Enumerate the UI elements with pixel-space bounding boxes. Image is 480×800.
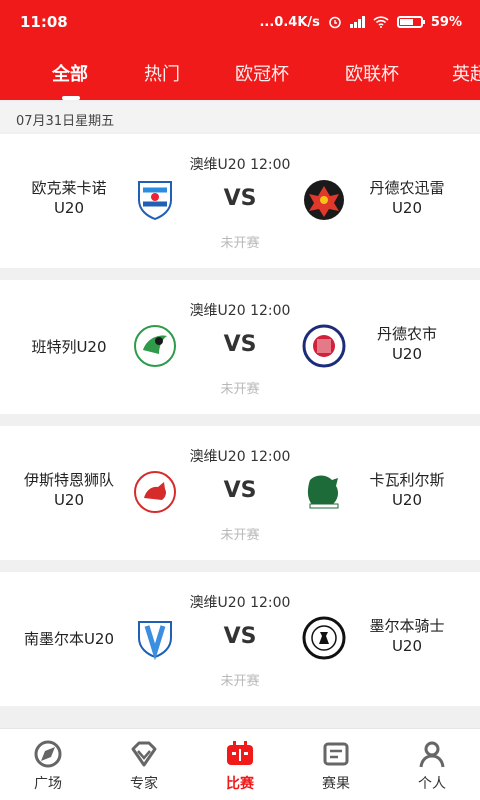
match-card[interactable]: 澳维U20 12:00 班特列U20 VS 丹德农市 U20 未开赛 xyxy=(0,280,480,414)
tab-premier-league[interactable]: 英超 xyxy=(452,60,480,86)
home-team-name: 南墨尔本U20 xyxy=(23,630,115,648)
vs-label: VS xyxy=(223,478,257,503)
match-time: 澳维U20 12:00 xyxy=(189,449,291,465)
tab-champions-league[interactable]: 欧冠杯 xyxy=(235,60,289,86)
match-card[interactable]: 澳维U20 12:00 欧克莱卡诺 U20 VS 丹德农迅雷 U20 未开赛 xyxy=(0,134,480,268)
tab-hot[interactable]: 热门 xyxy=(144,60,180,86)
signal-icon xyxy=(349,16,365,28)
team-logo-icon xyxy=(302,616,346,660)
network-speed: ...0.4K/s xyxy=(259,14,320,30)
results-icon xyxy=(323,742,349,766)
status-icons: ...0.4K/s 59% xyxy=(259,15,462,30)
home-team-name: 欧克莱卡诺 U20 xyxy=(31,179,107,217)
vs-label: VS xyxy=(223,624,257,649)
top-bar: 11:08 ...0.4K/s 59% 全部 热门 欧冠杯 欧联杯 英超 xyxy=(0,0,480,100)
nav-results[interactable]: 赛果 xyxy=(288,729,384,800)
team-logo-icon xyxy=(138,621,172,660)
match-card[interactable]: 澳维U20 12:00 伊斯特恩狮队 U20 VS 卡瓦利尔斯 U20 未开赛 xyxy=(0,426,480,560)
match-status: 未开赛 xyxy=(220,528,260,543)
battery-icon xyxy=(396,16,425,28)
team-logo-icon xyxy=(138,181,172,221)
compass-icon xyxy=(34,740,62,768)
match-status: 未开赛 xyxy=(220,236,260,251)
active-tab-indicator xyxy=(62,96,80,100)
match-status: 未开赛 xyxy=(220,382,260,397)
team-logo-icon xyxy=(304,180,344,220)
vs-label: VS xyxy=(223,186,257,211)
team-logo-icon xyxy=(134,325,176,367)
bottom-nav: 广场 专家 比赛 赛果 个人 xyxy=(0,728,480,800)
team-logo-icon xyxy=(307,475,339,509)
tab-europa-league[interactable]: 欧联杯 xyxy=(345,60,399,86)
vs-label: VS xyxy=(223,332,257,357)
alarm-icon xyxy=(329,16,341,29)
home-team-name: 班特列U20 xyxy=(31,338,107,356)
clock: 11:08 xyxy=(20,13,68,31)
match-card[interactable]: 澳维U20 12:00 南墨尔本U20 VS 墨尔本骑士 U20 未开赛 xyxy=(0,572,480,706)
person-icon xyxy=(419,741,445,768)
match-status: 未开赛 xyxy=(220,674,260,689)
team-logo-icon xyxy=(302,324,346,368)
nav-plaza[interactable]: 广场 xyxy=(0,729,96,800)
away-team-name: 墨尔本骑士 U20 xyxy=(369,617,445,655)
tab-all[interactable]: 全部 xyxy=(52,60,88,86)
match-time: 澳维U20 12:00 xyxy=(189,595,291,611)
scoreboard-icon xyxy=(227,741,253,765)
diamond-icon xyxy=(131,741,157,767)
home-team-name: 伊斯特恩狮队 U20 xyxy=(23,471,114,509)
wifi-icon xyxy=(373,16,389,28)
nav-match[interactable]: 比赛 xyxy=(192,729,288,800)
nav-expert[interactable]: 专家 xyxy=(96,729,192,800)
team-logo-icon xyxy=(134,471,176,513)
away-team-name: 丹德农迅雷 U20 xyxy=(369,179,445,217)
status-bar: 11:08 ...0.4K/s 59% xyxy=(0,0,480,44)
away-team-name: 卡瓦利尔斯 U20 xyxy=(369,471,445,509)
match-time: 澳维U20 12:00 xyxy=(189,157,291,173)
nav-profile[interactable]: 个人 xyxy=(384,729,480,800)
battery-percent: 59% xyxy=(430,14,462,30)
date-header: 07月31日星期五 xyxy=(0,102,480,132)
league-tabs: 全部 热门 欧冠杯 欧联杯 英超 xyxy=(0,44,480,100)
away-team-name: 丹德农市 U20 xyxy=(376,325,437,363)
match-time: 澳维U20 12:00 xyxy=(189,303,291,319)
